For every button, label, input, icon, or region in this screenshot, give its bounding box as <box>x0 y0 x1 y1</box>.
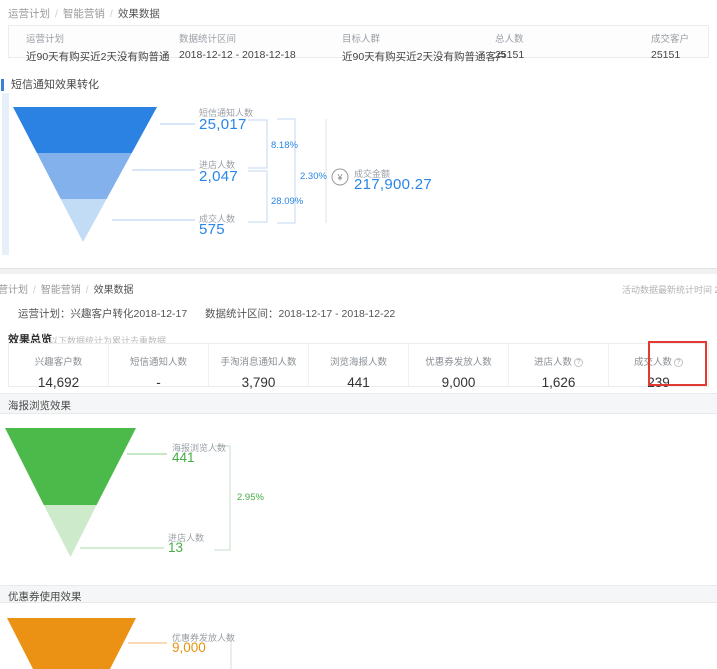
overview-col-coupons: 优惠券发放人数 9,000 <box>409 344 509 386</box>
column-header: 成交人数 <box>634 357 672 368</box>
funnel-level-value: 25,017 <box>199 116 247 133</box>
funnel-segment-store-visits <box>44 505 97 557</box>
funnel-level-value: 441 <box>172 450 195 465</box>
breadcrumb-item-marketing[interactable]: 智能营销 <box>63 8 105 20</box>
funnel-segment-converted <box>61 199 107 242</box>
field-label: 目标人群 <box>342 31 507 45</box>
rate-bracket-step1 <box>248 120 267 168</box>
overview-col-interest: 兴趣客户数 14,692 <box>9 344 109 386</box>
column-value: 441 <box>309 375 408 390</box>
column-value: 3,790 <box>209 375 308 390</box>
sms-section-title: 短信通知效果转化 <box>1 79 99 91</box>
overview-col-poster-views: 浏览海报人数 441 <box>309 344 409 386</box>
field-value: 25151 <box>495 49 524 61</box>
column-header: 短信通知人数 <box>130 357 187 368</box>
field-value: 25151 <box>651 49 689 61</box>
summary-field-audience: 目标人群 近90天有购买近2天没有购普通客户 <box>342 31 507 64</box>
field-value: 2018-12-12 - 2018-12-18 <box>179 49 296 61</box>
funnel-segment-notified <box>13 107 157 153</box>
breadcrumb-separator: / <box>110 8 113 20</box>
breadcrumb-item-plan[interactable]: 运营计划 <box>8 8 50 20</box>
field-label: 成交客户 <box>651 31 689 45</box>
yen-icon: ¥ <box>336 173 343 183</box>
funnel-level-value: 2,047 <box>199 168 238 185</box>
funnel-level-value: 13 <box>168 540 183 555</box>
column-value: 239 <box>609 375 708 390</box>
funnel-level-value: 9,000 <box>172 640 206 655</box>
column-value: 1,626 <box>509 375 608 390</box>
summary-field-total: 总人数 25151 <box>495 31 524 61</box>
breadcrumb-separator: / <box>55 8 58 20</box>
funnel-segment-visited <box>37 153 132 199</box>
field-value: 近90天有购买近2天没有购普通 <box>26 49 170 64</box>
plan-value: 兴趣客户转化2018-12-17 <box>71 308 188 320</box>
overview-col-deals: 成交人数? 239 <box>609 344 708 386</box>
info-icon[interactable]: ? <box>674 358 683 367</box>
range-value: 2018-12-17 - 2018-12-22 <box>279 308 396 320</box>
breadcrumb-item-marketing[interactable]: 智能营销 <box>41 285 81 296</box>
overview-table: 兴趣客户数 14,692 短信通知人数 - 手淘消息通知人数 3,790 浏览海… <box>8 343 709 387</box>
funnel-segment-poster-views <box>5 428 136 505</box>
rate-bracket-step2 <box>248 171 267 222</box>
column-header: 浏览海报人数 <box>330 357 387 368</box>
rate-bracket <box>214 446 230 550</box>
overview-col-sms: 短信通知人数 - <box>109 344 209 386</box>
section-divider <box>0 268 717 274</box>
overview-col-taobao-msg: 手淘消息通知人数 3,790 <box>209 344 309 386</box>
breadcrumb-secondary: 运营计划 / 智能营销 / 效果数据 <box>0 281 134 296</box>
range-label: 数据统计区间： <box>205 308 279 320</box>
column-value: 9,000 <box>409 375 508 390</box>
column-value: - <box>109 375 208 390</box>
field-value: 近90天有购买近2天没有购普通客户 <box>342 49 507 64</box>
column-header: 手淘消息通知人数 <box>220 357 296 368</box>
conversion-rate-step1: 8.18% <box>271 140 298 151</box>
coupon-funnel-chart <box>0 600 717 669</box>
breadcrumb-item-plan[interactable]: 运营计划 <box>0 285 28 296</box>
rate-bracket-overall <box>277 119 295 223</box>
summary-field-plan: 运营计划 近90天有购买近2天没有购普通 <box>26 31 170 64</box>
breadcrumb-separator: / <box>86 285 89 296</box>
poster-section-header: 海报浏览效果 <box>0 393 717 414</box>
amount-value: 217,900.27 <box>354 176 432 193</box>
dashboard-page: 运营计划 / 智能营销 / 效果数据 运营计划 近90天有购买近2天没有购普通 数据统计… <box>0 0 717 669</box>
range-info-row: 数据统计区间：2018-12-17 - 2018-12-22 <box>205 306 395 321</box>
breadcrumb-separator: / <box>33 285 36 296</box>
field-label: 运营计划 <box>26 31 170 45</box>
funnel-segment-coupons-issued <box>7 618 136 669</box>
conversion-rate-step2: 28.09% <box>271 196 303 207</box>
plan-label: 运营计划： <box>18 308 71 320</box>
funnel-level-value: 575 <box>199 221 225 238</box>
conversion-rate: 2.95% <box>237 492 264 503</box>
column-header: 优惠券发放人数 <box>425 357 492 368</box>
breadcrumb: 运营计划 / 智能营销 / 效果数据 <box>8 6 160 21</box>
campaign-summary-card: 运营计划 近90天有购买近2天没有购普通 数据统计区间 2018-12-12 -… <box>8 25 709 58</box>
info-icon[interactable]: ? <box>574 358 583 367</box>
breadcrumb-item-current: 效果数据 <box>94 285 134 296</box>
poster-section-title: 海报浏览效果 <box>8 398 71 413</box>
column-header: 进店人数 <box>534 357 572 368</box>
plan-info-row: 运营计划：兴趣客户转化2018-12-17 <box>18 306 187 321</box>
summary-field-range: 数据统计区间 2018-12-12 - 2018-12-18 <box>179 31 296 61</box>
summary-field-customers: 成交客户 25151 <box>651 31 689 61</box>
last-updated-text: 活动数据最新统计时间 2018-12 <box>622 283 717 296</box>
breadcrumb-item-current: 效果数据 <box>118 8 160 20</box>
field-label: 数据统计区间 <box>179 31 296 45</box>
column-header: 兴趣客户数 <box>35 357 83 368</box>
conversion-rate-overall: 2.30% <box>300 171 327 182</box>
overview-col-store-visits: 进店人数? 1,626 <box>509 344 609 386</box>
field-label: 总人数 <box>495 31 524 45</box>
column-value: 14,692 <box>9 375 108 390</box>
poster-funnel-chart <box>0 413 717 573</box>
